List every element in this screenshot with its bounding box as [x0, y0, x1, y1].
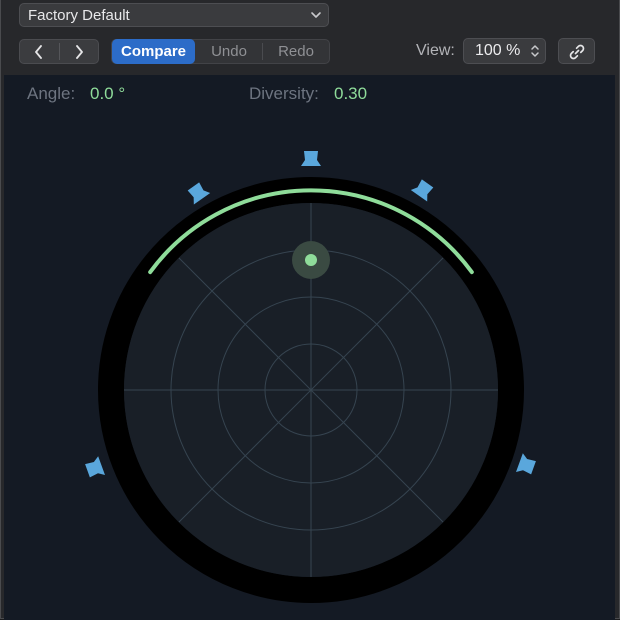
source-handle[interactable] [305, 254, 317, 266]
speaker-right-surround-icon [516, 453, 536, 475]
speaker-left-icon [187, 182, 211, 205]
surround-panner[interactable] [0, 0, 620, 620]
speaker-right-icon [410, 179, 434, 202]
speaker-left-surround-icon [85, 456, 105, 478]
speaker-center-icon [301, 151, 321, 166]
